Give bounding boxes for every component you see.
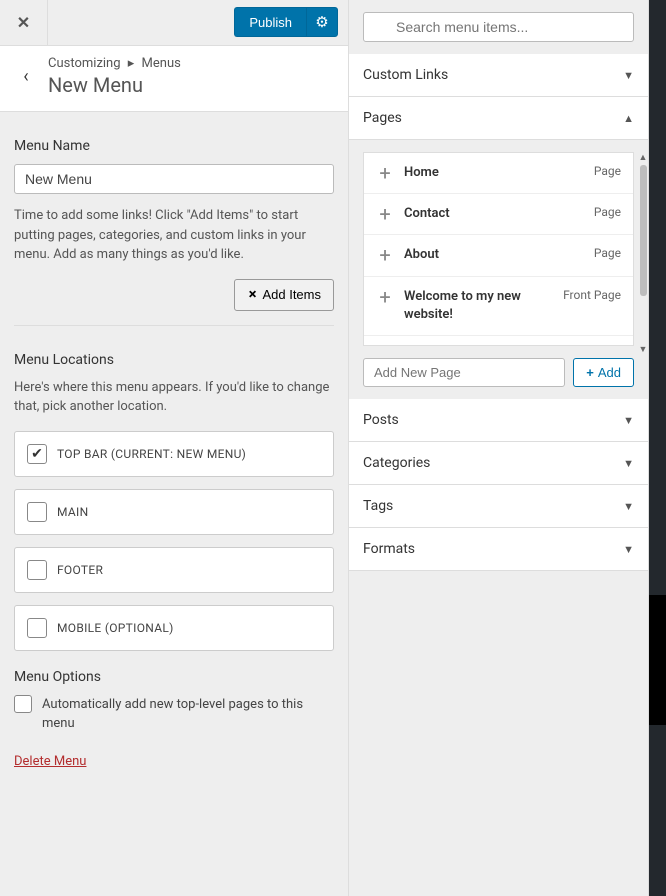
location-footer[interactable]: FOOTER bbox=[14, 547, 334, 593]
add-button-label: Add bbox=[598, 365, 621, 380]
page-item-contact[interactable]: + Contact Page bbox=[364, 194, 633, 235]
auto-add-label: Automatically add new top-level pages to… bbox=[42, 695, 334, 734]
menu-locations-heading: Menu Locations bbox=[14, 352, 334, 368]
checkbox-checked-icon: ✔ bbox=[27, 444, 47, 464]
accordion-posts[interactable]: Posts ▼ bbox=[349, 398, 648, 442]
accordion-custom-links[interactable]: Custom Links ▼ bbox=[349, 54, 648, 97]
menu-name-label: Menu Name bbox=[14, 138, 334, 154]
page-item-type: Page bbox=[594, 246, 621, 260]
location-label: TOP BAR (CURRENT: NEW MENU) bbox=[57, 447, 246, 461]
back-button[interactable]: ‹ bbox=[4, 66, 48, 87]
accordion-formats[interactable]: Formats ▼ bbox=[349, 527, 648, 571]
page-item-type: Page bbox=[594, 205, 621, 219]
plus-icon: + bbox=[376, 205, 394, 223]
chevron-down-icon: ▼ bbox=[623, 543, 634, 556]
menu-options-heading: Menu Options bbox=[14, 669, 334, 685]
auto-add-checkbox[interactable] bbox=[14, 695, 32, 713]
pages-list-scrollbar[interactable]: ▲ ▼ bbox=[638, 152, 648, 355]
page-item-welcome[interactable]: + Welcome to my new website! Front Page bbox=[364, 277, 633, 336]
add-new-page-input[interactable] bbox=[363, 358, 565, 387]
location-label: MOBILE (OPTIONAL) bbox=[57, 621, 174, 635]
chevron-down-icon: ▼ bbox=[623, 500, 634, 513]
scroll-thumb bbox=[640, 165, 647, 296]
checkbox-icon bbox=[27, 560, 47, 580]
plus-icon: + bbox=[376, 246, 394, 264]
plus-icon: + bbox=[376, 288, 394, 306]
preview-edge bbox=[649, 0, 666, 896]
plus-icon: + bbox=[242, 285, 261, 304]
accordion-label: Categories bbox=[363, 455, 430, 471]
close-customizer-button[interactable]: ✕ bbox=[0, 0, 48, 45]
checkbox-icon bbox=[27, 502, 47, 522]
chevron-down-icon: ▼ bbox=[623, 69, 634, 82]
accordion-pages[interactable]: Pages ▲ bbox=[349, 96, 648, 140]
scroll-down-icon: ▼ bbox=[639, 344, 648, 355]
accordion-label: Formats bbox=[363, 541, 415, 557]
page-item-home[interactable]: + Home Page bbox=[364, 153, 633, 194]
accordion-label: Custom Links bbox=[363, 67, 448, 83]
menu-name-input[interactable] bbox=[14, 164, 334, 194]
page-item-about[interactable]: + About Page bbox=[364, 235, 633, 276]
add-items-label: Add Items bbox=[262, 287, 321, 302]
breadcrumb-separator: ▸ bbox=[128, 56, 135, 71]
location-mobile[interactable]: MOBILE (OPTIONAL) bbox=[14, 605, 334, 651]
accordion-label: Tags bbox=[363, 498, 393, 514]
publish-settings-gear[interactable]: ⚙ bbox=[306, 7, 338, 37]
delete-menu-link[interactable]: Delete Menu bbox=[14, 754, 86, 769]
chevron-down-icon: ▼ bbox=[623, 457, 634, 470]
page-item-title: About bbox=[404, 246, 584, 264]
accordion-tags[interactable]: Tags ▼ bbox=[349, 484, 648, 528]
breadcrumb: Customizing ▸ Menus bbox=[48, 56, 334, 71]
chevron-up-icon: ▲ bbox=[623, 112, 634, 125]
checkbox-icon bbox=[27, 618, 47, 638]
location-main[interactable]: MAIN bbox=[14, 489, 334, 535]
scroll-up-icon: ▲ bbox=[639, 152, 648, 163]
add-items-help-text: Time to add some links! Click "Add Items… bbox=[14, 206, 334, 265]
accordion-label: Posts bbox=[363, 412, 399, 428]
menu-locations-help: Here's where this menu appears. If you'd… bbox=[14, 378, 334, 417]
page-item-type: Page bbox=[594, 164, 621, 178]
publish-button[interactable]: Publish bbox=[234, 7, 306, 37]
breadcrumb-root: Customizing bbox=[48, 56, 121, 71]
plus-icon: + bbox=[586, 365, 594, 380]
breadcrumb-leaf: Menus bbox=[142, 56, 181, 71]
plus-icon: + bbox=[376, 164, 394, 182]
chevron-left-icon: ‹ bbox=[23, 66, 28, 87]
add-page-button[interactable]: + Add bbox=[573, 358, 634, 387]
page-item-new-page[interactable]: + New Page Page bbox=[364, 336, 633, 346]
gear-icon: ⚙ bbox=[315, 13, 328, 31]
page-item-title: Home bbox=[404, 164, 584, 182]
preview-accent bbox=[649, 595, 666, 725]
add-items-button[interactable]: + Add Items bbox=[234, 279, 334, 311]
page-item-type: Front Page bbox=[563, 288, 621, 302]
page-item-title: Contact bbox=[404, 205, 584, 223]
accordion-categories[interactable]: Categories ▼ bbox=[349, 441, 648, 485]
accordion-label: Pages bbox=[363, 110, 402, 126]
page-item-title: Welcome to my new website! bbox=[404, 288, 553, 324]
location-label: MAIN bbox=[57, 505, 88, 519]
location-label: FOOTER bbox=[57, 563, 103, 577]
chevron-down-icon: ▼ bbox=[623, 414, 634, 427]
topbar-spacer bbox=[48, 0, 234, 45]
search-menu-items-input[interactable] bbox=[363, 12, 634, 42]
page-title: New Menu bbox=[48, 73, 334, 97]
location-topbar[interactable]: ✔ TOP BAR (CURRENT: NEW MENU) bbox=[14, 431, 334, 477]
